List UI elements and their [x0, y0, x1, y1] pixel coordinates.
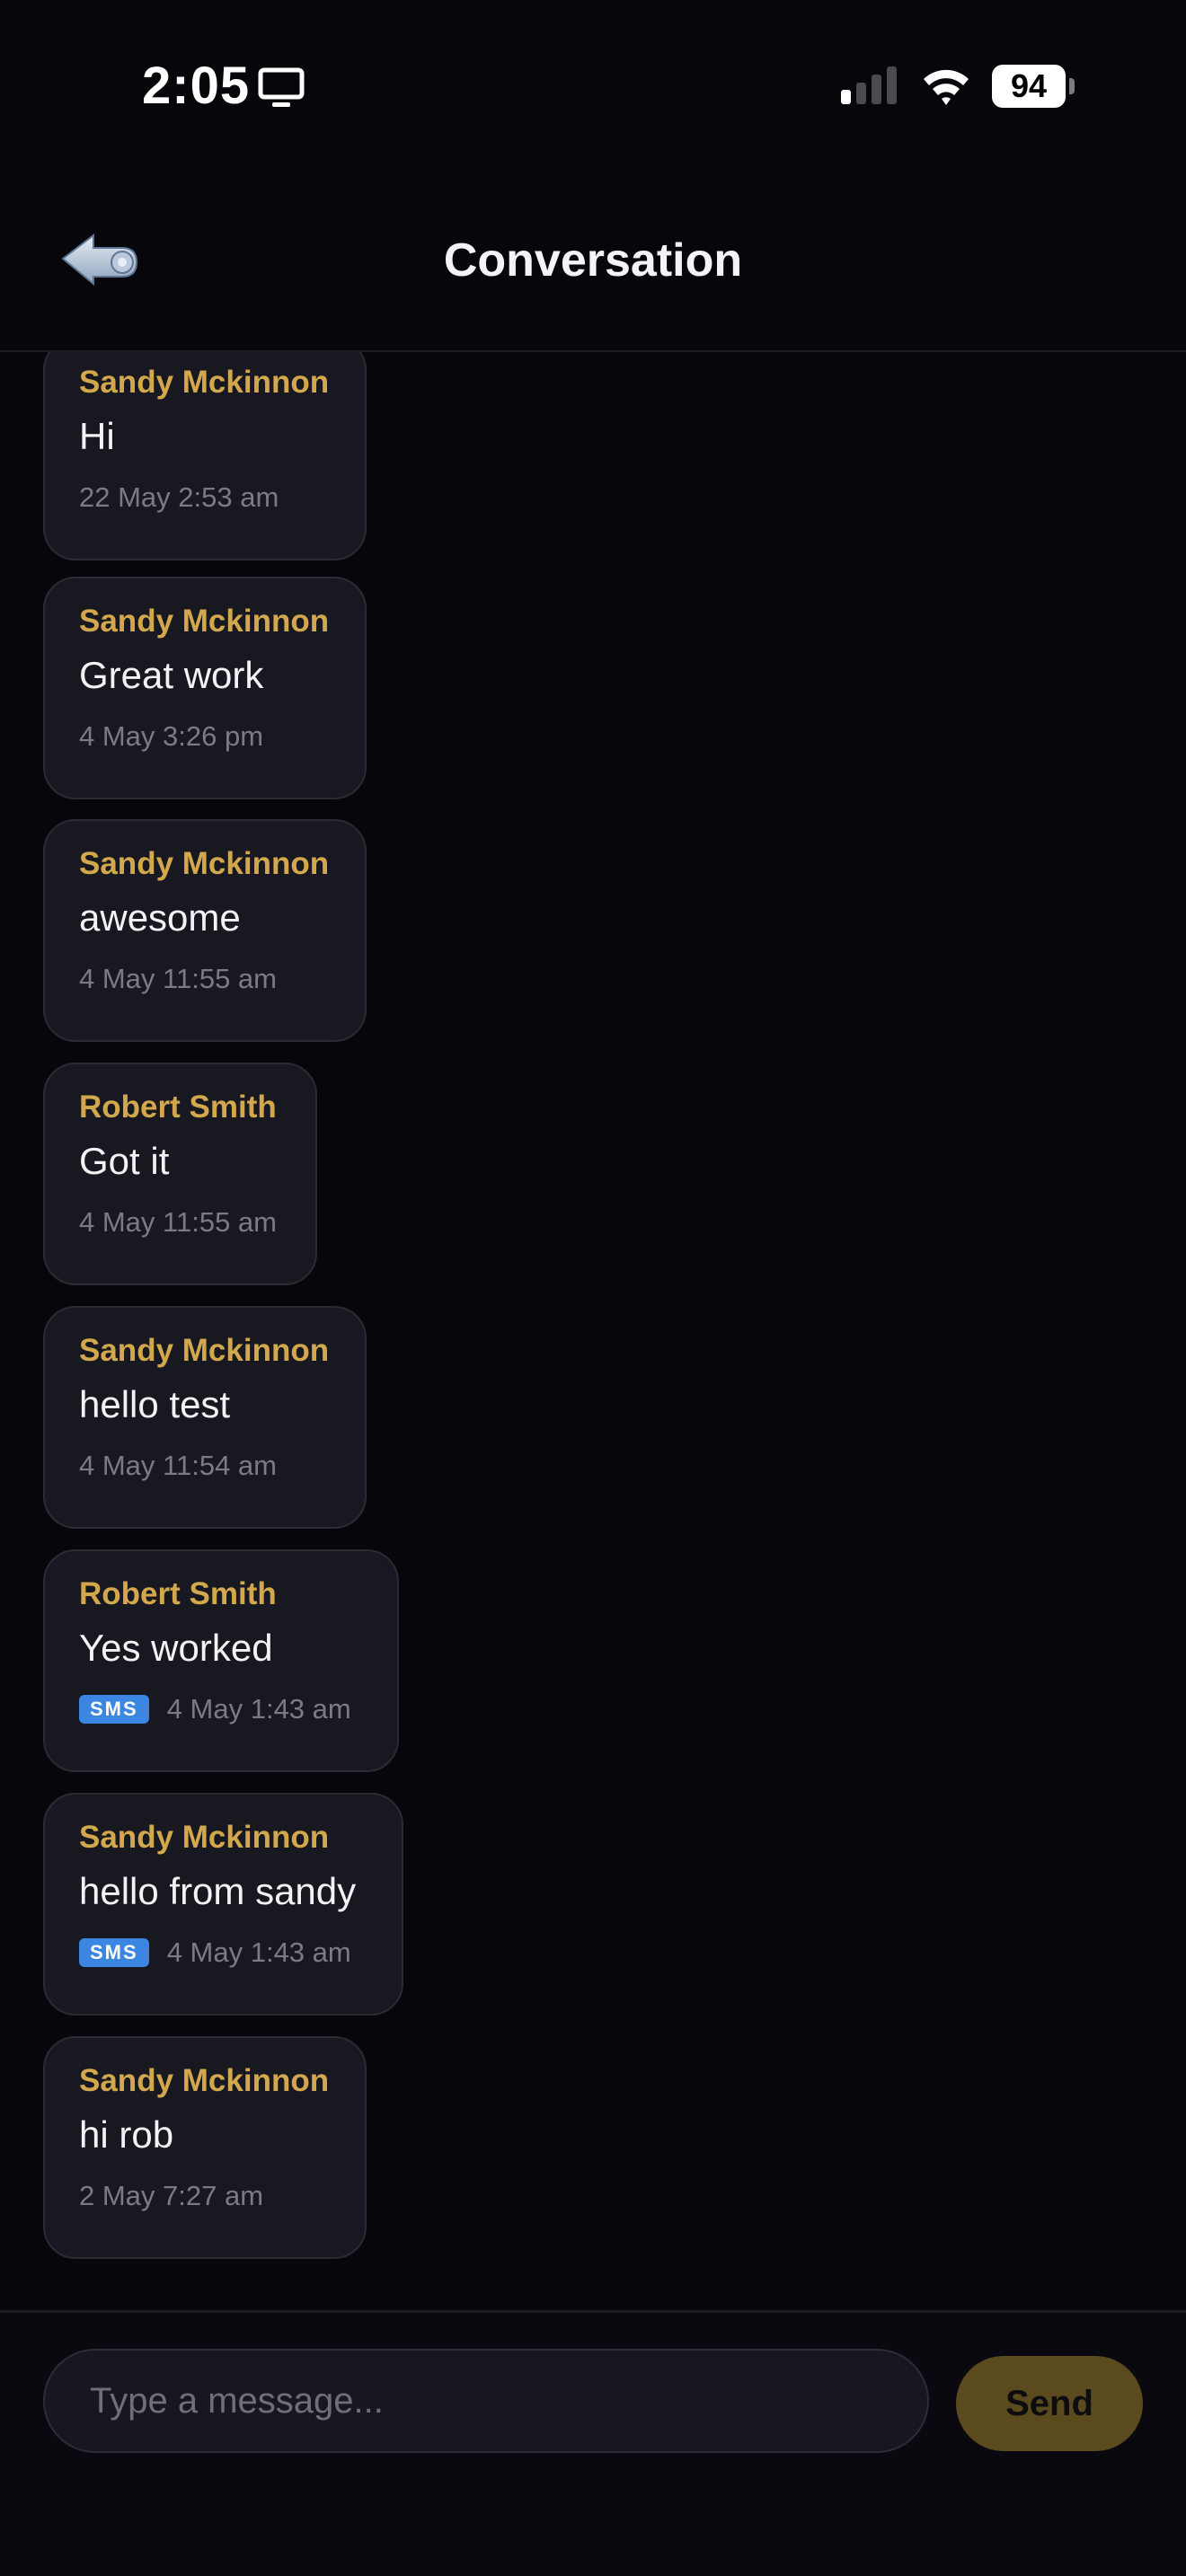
- sms-badge: SMS: [79, 1695, 149, 1724]
- message-sender: Sandy Mckinnon: [79, 1333, 330, 1368]
- message-sender: Sandy Mckinnon: [79, 846, 330, 881]
- cellular-signal-icon: [841, 66, 897, 104]
- battery-icon: 94: [992, 65, 1075, 108]
- message-timestamp: 22 May 2:53 am: [79, 481, 279, 513]
- message-meta: 4 May 3:26 pm: [79, 720, 263, 753]
- screen-mirroring-icon: [258, 67, 305, 107]
- message-sender: Sandy Mckinnon: [79, 365, 330, 400]
- message-composer: Send: [0, 2310, 1186, 2576]
- message-timestamp: 4 May 1:43 am: [166, 1693, 351, 1725]
- wifi-icon: [924, 69, 969, 105]
- message-sender: Sandy Mckinnon: [79, 2063, 330, 2098]
- message-text: hi rob: [79, 2113, 174, 2156]
- message-timestamp: 4 May 11:55 am: [79, 1206, 277, 1238]
- message-timestamp: 4 May 11:55 am: [79, 963, 277, 994]
- message-bubble: Sandy Mckinnon hello test 4 May 11:54 am: [43, 1306, 367, 1529]
- message-input[interactable]: [43, 2349, 929, 2453]
- header: Conversation: [0, 171, 1186, 352]
- message-text: awesome: [79, 896, 241, 939]
- message-meta: 4 May 11:55 am: [79, 963, 277, 995]
- message-sender: Sandy Mckinnon: [79, 604, 330, 639]
- message-bubble: Sandy Mckinnon hello from sandy SMS 4 Ma…: [43, 1793, 403, 2016]
- conversation-screen: 2:05 94 Conversation Sandy Mckinnon Hi 2…: [0, 0, 1186, 2576]
- message-text: Great work: [79, 654, 264, 696]
- message-bubble: Sandy Mckinnon Hi 22 May 2:53 am: [43, 352, 367, 560]
- message-text: Hi: [79, 415, 115, 457]
- message-sender: Sandy Mckinnon: [79, 1820, 330, 1855]
- message-meta: SMS 4 May 1:43 am: [79, 1693, 351, 1725]
- message-bubble: Sandy Mckinnon hi rob 2 May 7:27 am: [43, 2036, 367, 2259]
- message-meta: 2 May 7:27 am: [79, 2180, 263, 2212]
- message-sender: Robert Smith: [79, 1576, 277, 1611]
- message-timestamp: 4 May 3:26 pm: [79, 720, 264, 752]
- message-text: hello test: [79, 1383, 231, 1425]
- message-text: Yes worked: [79, 1627, 273, 1669]
- battery-level: 94: [992, 65, 1066, 108]
- sms-badge: SMS: [79, 1938, 149, 1967]
- status-bar: 2:05 94: [0, 0, 1186, 171]
- page-title: Conversation: [443, 234, 743, 287]
- message-timestamp: 4 May 1:43 am: [166, 1936, 351, 1968]
- message-text: Got it: [79, 1140, 170, 1182]
- battery-cap: [1069, 78, 1075, 94]
- message-timestamp: 4 May 11:54 am: [79, 1450, 277, 1481]
- message-text: hello from sandy: [79, 1870, 357, 1912]
- message-timestamp: 2 May 7:27 am: [79, 2180, 264, 2211]
- send-button[interactable]: Send: [956, 2356, 1143, 2451]
- message-meta: 4 May 11:54 am: [79, 1450, 277, 1482]
- message-bubble: Sandy Mckinnon awesome 4 May 11:55 am: [43, 819, 367, 1042]
- message-meta: SMS 4 May 1:43 am: [79, 1936, 351, 1969]
- message-meta: 22 May 2:53 am: [79, 481, 279, 514]
- message-bubble: Sandy Mckinnon Great work 4 May 3:26 pm: [43, 577, 367, 799]
- message-bubble: Robert Smith Got it 4 May 11:55 am: [43, 1063, 317, 1285]
- message-bubble: Robert Smith Yes worked SMS 4 May 1:43 a…: [43, 1549, 399, 1772]
- back-arrow-icon: [61, 233, 138, 287]
- back-button[interactable]: [59, 225, 146, 296]
- message-list[interactable]: Sandy Mckinnon Hi 22 May 2:53 am Sandy M…: [0, 352, 1186, 2310]
- message-meta: 4 May 11:55 am: [79, 1206, 277, 1239]
- status-time: 2:05: [142, 57, 251, 115]
- message-sender: Robert Smith: [79, 1090, 277, 1125]
